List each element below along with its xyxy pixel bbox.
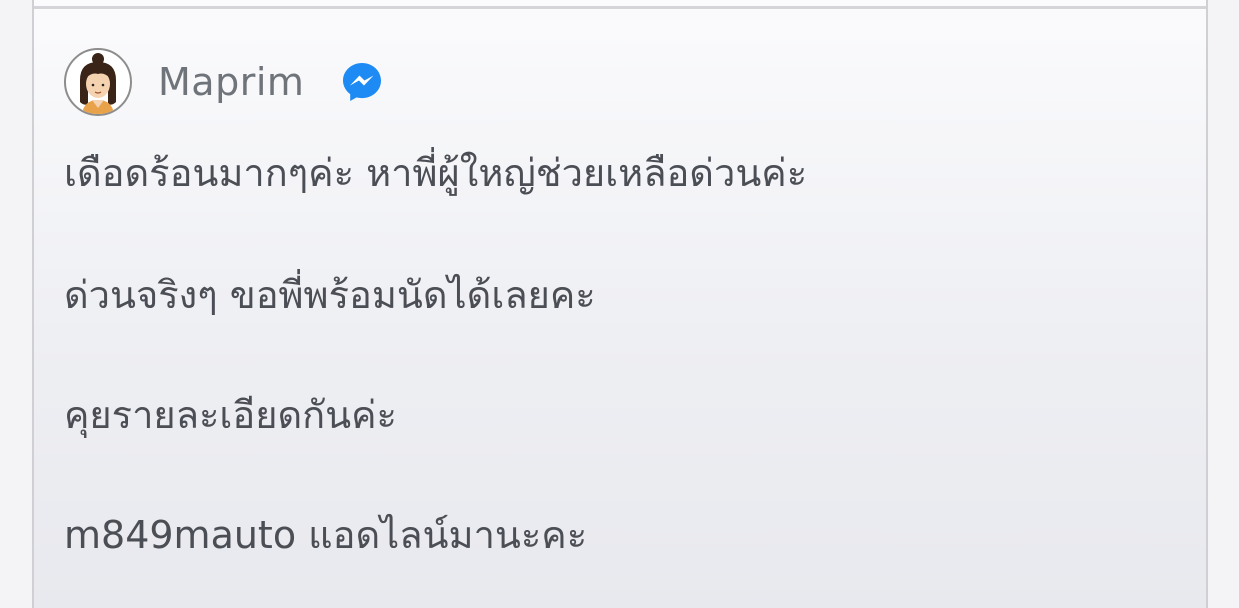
user-avatar-icon[interactable] <box>64 48 132 116</box>
screen: Maprim เดือดร้อนมากๆค่ะ หาพี่ผู้ใหญ่ช่วย… <box>0 0 1239 608</box>
user-name[interactable]: Maprim <box>158 60 304 104</box>
card-divider <box>34 6 1206 9</box>
post-card: Maprim เดือดร้อนมากๆค่ะ หาพี่ผู้ใหญ่ช่วย… <box>32 0 1208 608</box>
messenger-icon[interactable] <box>340 60 384 104</box>
message-line: ด่วนจริงๆ ขอพี่พร้อมนัดได้เลยคะ <box>64 273 596 317</box>
message-line: เดือดร้อนมากๆค่ะ หาพี่ผู้ใหญ่ช่วยเหลือด่… <box>64 151 808 195</box>
message-line: m849mauto แอดไลน์มานะคะ <box>64 513 588 557</box>
post-header: Maprim <box>64 46 384 118</box>
message-line: คุยรายละเอียดกันค่ะ <box>64 393 397 437</box>
